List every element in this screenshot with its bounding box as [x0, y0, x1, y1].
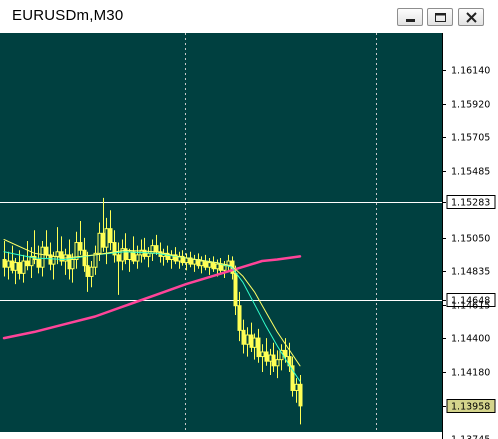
candle-body: [36, 258, 41, 268]
candle-body: [13, 262, 18, 271]
window-title: EURUSDm,M30: [12, 7, 124, 24]
axis-tick-label: 1.15050: [451, 233, 490, 244]
candle-body: [108, 228, 113, 244]
chart-area[interactable]: 1.16140 1.15920 1.15705 1.15485 1.15283 1.150…: [0, 33, 498, 439]
candle-body: [135, 254, 140, 262]
candle-body: [233, 272, 238, 307]
candle-body: [192, 258, 197, 265]
close-button[interactable]: [458, 8, 484, 26]
candle-body: [264, 351, 269, 362]
candle-body: [104, 228, 109, 248]
minimize-button[interactable]: [397, 8, 423, 26]
candle-body: [218, 263, 223, 271]
candle-body: [146, 252, 151, 257]
candle-body: [237, 305, 242, 331]
candle-body: [260, 351, 265, 358]
candle-body: [21, 260, 26, 274]
candle-body: [154, 245, 159, 253]
minimize-icon: [406, 19, 415, 22]
candle-body: [70, 258, 75, 270]
axis-tick-label: 1.13958: [451, 402, 490, 413]
candle-body: [85, 265, 90, 277]
price-axis: 1.16140 1.15920 1.15705 1.15485 1.15283 1.150…: [442, 65, 496, 439]
candle-body: [116, 254, 121, 262]
close-icon: [466, 12, 477, 23]
axis-tick-label: 1.13745: [451, 435, 490, 439]
candle-body: [283, 349, 288, 358]
candle-body: [51, 255, 56, 265]
candle-body: [199, 260, 204, 267]
candle-body: [6, 260, 11, 268]
chart-background: [0, 33, 442, 432]
maximize-icon: [435, 13, 446, 22]
candle-body: [89, 266, 94, 277]
candle-body: [271, 354, 276, 367]
candle-body: [207, 262, 212, 268]
axis-tick-label: 1.14180: [451, 367, 490, 378]
candle-body: [298, 383, 303, 407]
candle-body: [55, 251, 60, 257]
candle-body: [97, 232, 102, 254]
candle-body: [203, 260, 208, 268]
candle-body: [222, 265, 227, 271]
axis-tick-label: 1.15920: [451, 99, 490, 110]
candle-body: [82, 249, 87, 267]
candle-body: [294, 383, 299, 391]
candle-body: [131, 251, 136, 262]
candle-body: [256, 337, 261, 358]
candle-body: [78, 242, 83, 251]
candle-body: [25, 260, 30, 267]
axis-tick-label: 1.15485: [451, 166, 490, 177]
candle-body: [241, 329, 246, 345]
axis-tick-label: 1.14615: [451, 300, 490, 311]
candle-body: [252, 337, 257, 348]
candle-body: [127, 251, 132, 260]
candle-body: [211, 262, 216, 270]
candlestick-chart[interactable]: 1.16140 1.15920 1.15705 1.15485 1.15283 1.150…: [0, 33, 498, 439]
axis-tick-label: 1.14400: [451, 334, 490, 345]
candle-body: [245, 334, 250, 345]
candle-body: [40, 246, 45, 268]
axis-tick-label: 1.14835: [451, 267, 490, 278]
window-titlebar[interactable]: EURUSDm,M30: [0, 0, 498, 33]
candle-body: [44, 246, 49, 256]
candle-body: [17, 262, 22, 274]
axis-tick-label: 1.15705: [451, 133, 490, 144]
maximize-button[interactable]: [427, 8, 453, 26]
axis-tick-label: 1.16140: [451, 65, 490, 76]
candle-body: [2, 258, 7, 268]
candle-body: [275, 359, 280, 367]
axis-tick-label: 1.15283: [451, 198, 490, 209]
